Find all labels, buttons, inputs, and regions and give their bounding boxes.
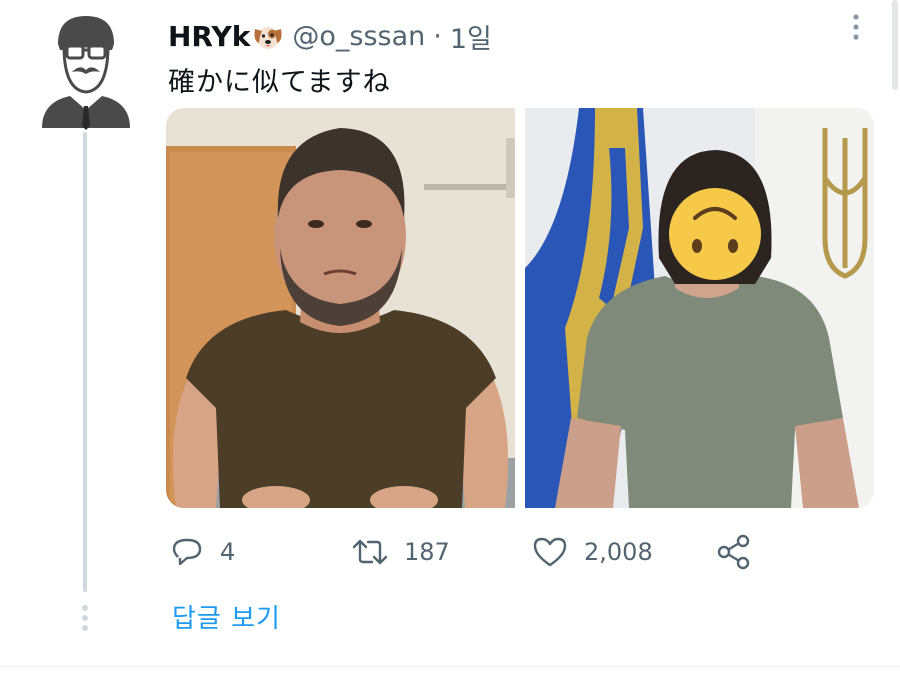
show-replies-link[interactable]: 답글 보기 <box>172 598 281 635</box>
share-icon <box>717 534 750 570</box>
upside-down-smiley-icon <box>669 188 761 280</box>
retweet-icon <box>352 539 388 565</box>
reply-icon <box>172 538 202 566</box>
share-button[interactable] <box>716 530 752 574</box>
media-grid <box>166 108 874 508</box>
tweet-text: 確かに似てますね <box>168 67 391 98</box>
thread-line <box>83 132 87 592</box>
user-handle[interactable]: @o_sssan <box>292 21 425 52</box>
like-button[interactable]: 2,008 <box>532 530 653 574</box>
heart-icon <box>533 537 567 567</box>
reply-count: 4 <box>220 538 236 566</box>
tweet-header: HRYk @o_sssan · 1일 <box>168 16 492 56</box>
thread-continuation-dots <box>82 605 88 631</box>
display-name[interactable]: HRYk <box>168 20 250 53</box>
dog-face-icon <box>254 27 282 49</box>
action-bar: 4 187 2,008 <box>166 530 766 574</box>
media-photo-right[interactable] <box>525 108 874 508</box>
avatar[interactable] <box>40 10 132 130</box>
tweet-divider <box>0 666 900 667</box>
scrollbar[interactable] <box>892 0 898 90</box>
like-count: 2,008 <box>584 538 653 566</box>
retweet-count: 187 <box>404 538 450 566</box>
more-options-icon[interactable] <box>846 12 866 42</box>
reply-button[interactable]: 4 <box>170 530 235 574</box>
retweet-button[interactable]: 187 <box>350 530 450 574</box>
timestamp[interactable]: 1일 <box>450 17 492 56</box>
separator-dot: · <box>433 20 442 52</box>
media-photo-left[interactable] <box>166 108 515 508</box>
